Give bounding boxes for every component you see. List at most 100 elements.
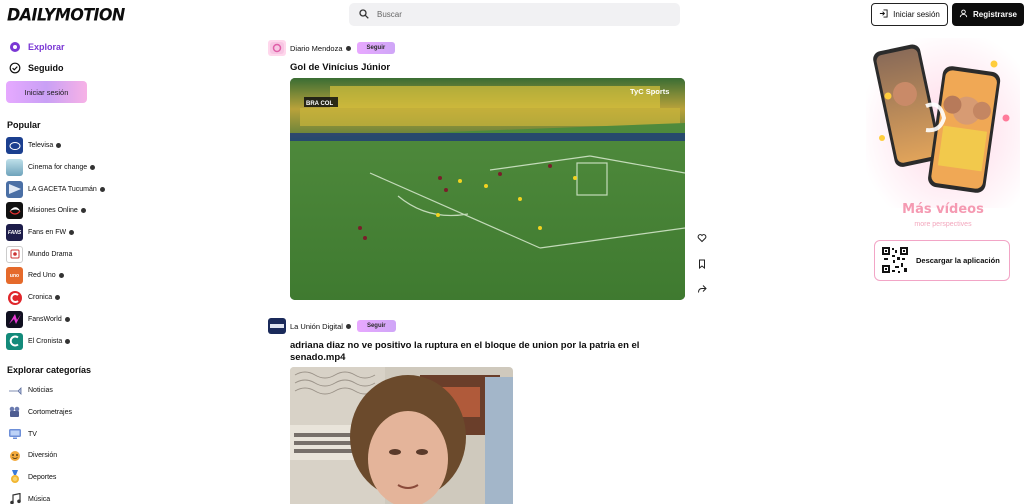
sidebar-item-label: Explorar (28, 41, 65, 52)
channel-avatar (6, 289, 23, 307)
channel-item[interactable]: FansWorld (0, 309, 120, 331)
channel-avatar (6, 245, 23, 263)
heart-icon (697, 230, 707, 248)
category-label: Diversión (28, 452, 58, 460)
channel-name: Fans en FW (28, 229, 67, 237)
channel-avatar (6, 202, 23, 220)
verified-icon (345, 323, 351, 329)
medal-icon (8, 470, 22, 484)
channel-avatar[interactable] (268, 40, 286, 56)
channel-name: El Cronista (28, 337, 63, 345)
channel-avatar (6, 310, 23, 328)
register-label: Registrarse (972, 10, 1018, 19)
bookmark-button[interactable] (693, 256, 711, 274)
video-player[interactable] (290, 367, 513, 504)
compass-icon (9, 41, 21, 53)
channel-avatar[interactable] (268, 318, 286, 334)
search-input[interactable] (377, 10, 657, 19)
channel-item[interactable]: Televisa (0, 135, 120, 157)
qr-code-icon (881, 245, 916, 276)
category-item-diversion[interactable]: Diversión (0, 445, 120, 467)
category-label: Deportes (28, 473, 57, 481)
share-button[interactable] (693, 281, 711, 299)
channel-avatar (6, 159, 23, 177)
categories-heading: Explorar categorías (7, 364, 92, 375)
app-promo-illustration (866, 38, 1020, 218)
channel-item[interactable]: Mundo Drama (0, 243, 120, 265)
share-icon (697, 281, 707, 299)
verified-icon (80, 208, 86, 214)
channel-item[interactable]: Misiones Online (0, 200, 120, 222)
category-item-deportes[interactable]: Deportes (0, 467, 120, 489)
verified-icon (65, 338, 71, 344)
user-icon (959, 9, 968, 20)
sidebar-login-button[interactable]: Iniciar sesión (6, 81, 87, 103)
channel-name: Cinema for change (28, 164, 88, 172)
category-label: Música (28, 495, 51, 503)
search-icon (359, 6, 369, 24)
dailymotion-logo[interactable]: DAILYMOTION (7, 5, 125, 25)
music-icon (8, 492, 22, 504)
channel-name: Televisa (28, 142, 54, 150)
login-icon (879, 9, 888, 20)
channel-avatar: FANS (6, 224, 23, 242)
channel-name: Mundo Drama (28, 250, 73, 258)
film-camera-icon (8, 405, 22, 419)
video-player[interactable]: BRA COL TyC Sports (290, 78, 685, 300)
video-title[interactable]: Gol de Vinícius Júnior (290, 62, 690, 74)
fun-icon (8, 449, 22, 463)
download-app-button[interactable]: Descargar la aplicación (874, 240, 1010, 281)
category-item-tv[interactable]: TV (0, 423, 120, 445)
follow-button[interactable]: Seguir (356, 320, 396, 332)
channel-item[interactable]: Cinema for change (0, 157, 120, 179)
channel-avatar (6, 137, 23, 155)
login-button[interactable]: Iniciar sesión (871, 3, 948, 26)
tv-icon (8, 427, 22, 441)
sidebar-item-seguido[interactable]: Seguido (0, 57, 120, 78)
category-item-cortometrajes[interactable]: Cortometrajes (0, 402, 120, 424)
channel-item[interactable]: El Cronista (0, 330, 120, 352)
sidebar: Explorar Seguido Iniciar sesión Popular … (0, 36, 120, 504)
search-bar[interactable] (349, 3, 680, 26)
verified-icon (64, 316, 70, 322)
category-label: TV (28, 430, 37, 438)
video-thumbnail (290, 367, 513, 504)
channel-name[interactable]: Diario Mendoza (290, 44, 343, 53)
channel-avatar (6, 180, 23, 198)
post-header: La Unión Digital Seguir (268, 318, 396, 334)
category-item-musica[interactable]: Música (0, 488, 120, 504)
check-circle-icon (9, 62, 21, 74)
sidebar-item-label: Seguido (28, 62, 64, 73)
follow-button[interactable]: Seguir (356, 42, 396, 54)
verified-icon (55, 295, 61, 301)
category-item-noticias[interactable]: Noticias (0, 380, 120, 402)
channel-name: Misiones Online (28, 207, 78, 215)
tyc-sports-logo: TyC Sports (630, 87, 669, 96)
category-label: Cortometrajes (28, 408, 72, 416)
channel-avatar: uno (6, 267, 23, 285)
scoreboard-text: BRA COL (306, 101, 333, 107)
login-label: Iniciar sesión (893, 10, 940, 19)
like-button[interactable] (693, 230, 711, 248)
promo-headline: Más vídeos (902, 202, 984, 217)
channel-item[interactable]: LA GACETA Tucumán (0, 178, 120, 200)
verified-icon (99, 186, 105, 192)
channel-item[interactable]: Cronica (0, 287, 120, 309)
video-title[interactable]: adriana diaz no ve positivo la ruptura e… (290, 340, 670, 364)
register-button[interactable]: Registrarse (952, 3, 1024, 26)
popular-heading: Popular (7, 120, 41, 130)
verified-icon (56, 143, 62, 149)
channel-item[interactable]: FANS Fans en FW (0, 222, 120, 244)
post-header: Diario Mendoza Seguir (268, 40, 396, 56)
channel-name: FansWorld (28, 315, 62, 323)
video-thumbnail: BRA COL TyC Sports (290, 78, 685, 300)
promo-subline: more perspectives (914, 221, 972, 228)
download-app-label: Descargar la aplicación (916, 256, 1000, 265)
verified-icon (345, 45, 351, 51)
bookmark-icon (697, 256, 707, 274)
sidebar-item-explorar[interactable]: Explorar (0, 36, 120, 57)
category-label: Noticias (28, 387, 53, 395)
channel-name: LA GACETA Tucumán (28, 185, 97, 193)
channel-name[interactable]: La Unión Digital (290, 322, 343, 331)
channel-item[interactable]: uno Red Uno (0, 265, 120, 287)
